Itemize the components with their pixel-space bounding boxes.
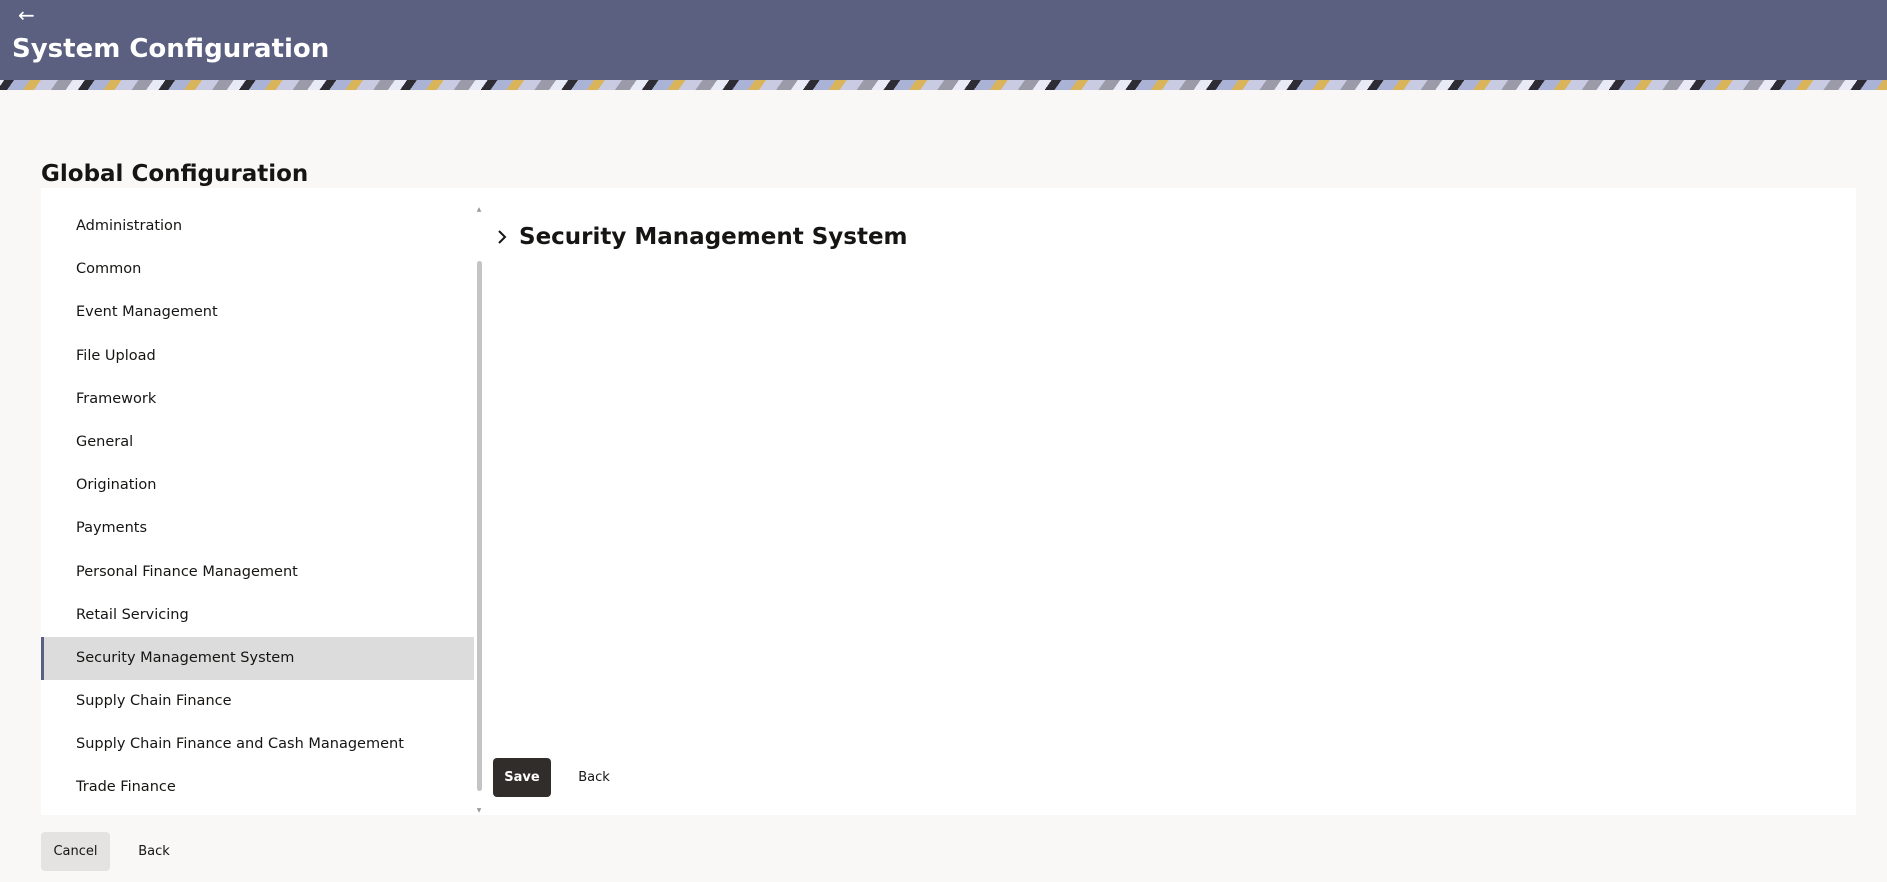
configuration-panel: Administration Common Event Management F… <box>41 188 1856 815</box>
scroll-up-icon[interactable]: ▲ <box>475 206 483 214</box>
chevron-right-icon <box>498 230 507 244</box>
sidebar-item-general[interactable]: General <box>41 421 474 464</box>
sidebar-item-security-management-system[interactable]: Security Management System <box>41 636 474 681</box>
page-title: System Configuration <box>12 34 330 64</box>
category-list: Administration Common Event Management F… <box>41 205 474 810</box>
sidebar-item-payments[interactable]: Payments <box>41 507 474 550</box>
sidebar-item-trade-finance[interactable]: Trade Finance <box>41 766 474 809</box>
detail-section-toggle[interactable]: Security Management System <box>493 220 908 254</box>
arrow-left-icon[interactable]: ← <box>18 2 40 28</box>
sidebar-item-file-upload[interactable]: File Upload <box>41 335 474 378</box>
sidebar-item-administration[interactable]: Administration <box>41 205 474 248</box>
sidebar-item-personal-finance-management[interactable]: Personal Finance Management <box>41 551 474 594</box>
category-list-scrollbar[interactable]: ▲ ▼ <box>475 206 483 815</box>
scroll-down-icon[interactable]: ▼ <box>475 807 483 815</box>
detail-title: Security Management System <box>519 224 908 250</box>
cancel-button[interactable]: Cancel <box>41 832 110 871</box>
app-header: ← System Configuration <box>0 0 1887 80</box>
sidebar-item-event-management[interactable]: Event Management <box>41 291 474 334</box>
scrollbar-thumb[interactable] <box>477 261 482 791</box>
sidebar-item-framework[interactable]: Framework <box>41 378 474 421</box>
save-button[interactable]: Save <box>493 758 551 797</box>
detail-back-button[interactable]: Back <box>562 758 626 797</box>
sidebar-item-supply-chain-finance-cash-management[interactable]: Supply Chain Finance and Cash Management <box>41 723 474 766</box>
sidebar-item-retail-servicing[interactable]: Retail Servicing <box>41 594 474 637</box>
sidebar-item-origination[interactable]: Origination <box>41 464 474 507</box>
decorative-banner <box>0 80 1887 90</box>
section-title: Global Configuration <box>41 161 309 187</box>
sidebar-item-supply-chain-finance[interactable]: Supply Chain Finance <box>41 680 474 723</box>
sidebar-item-common[interactable]: Common <box>41 248 474 291</box>
back-button[interactable]: Back <box>122 832 186 871</box>
